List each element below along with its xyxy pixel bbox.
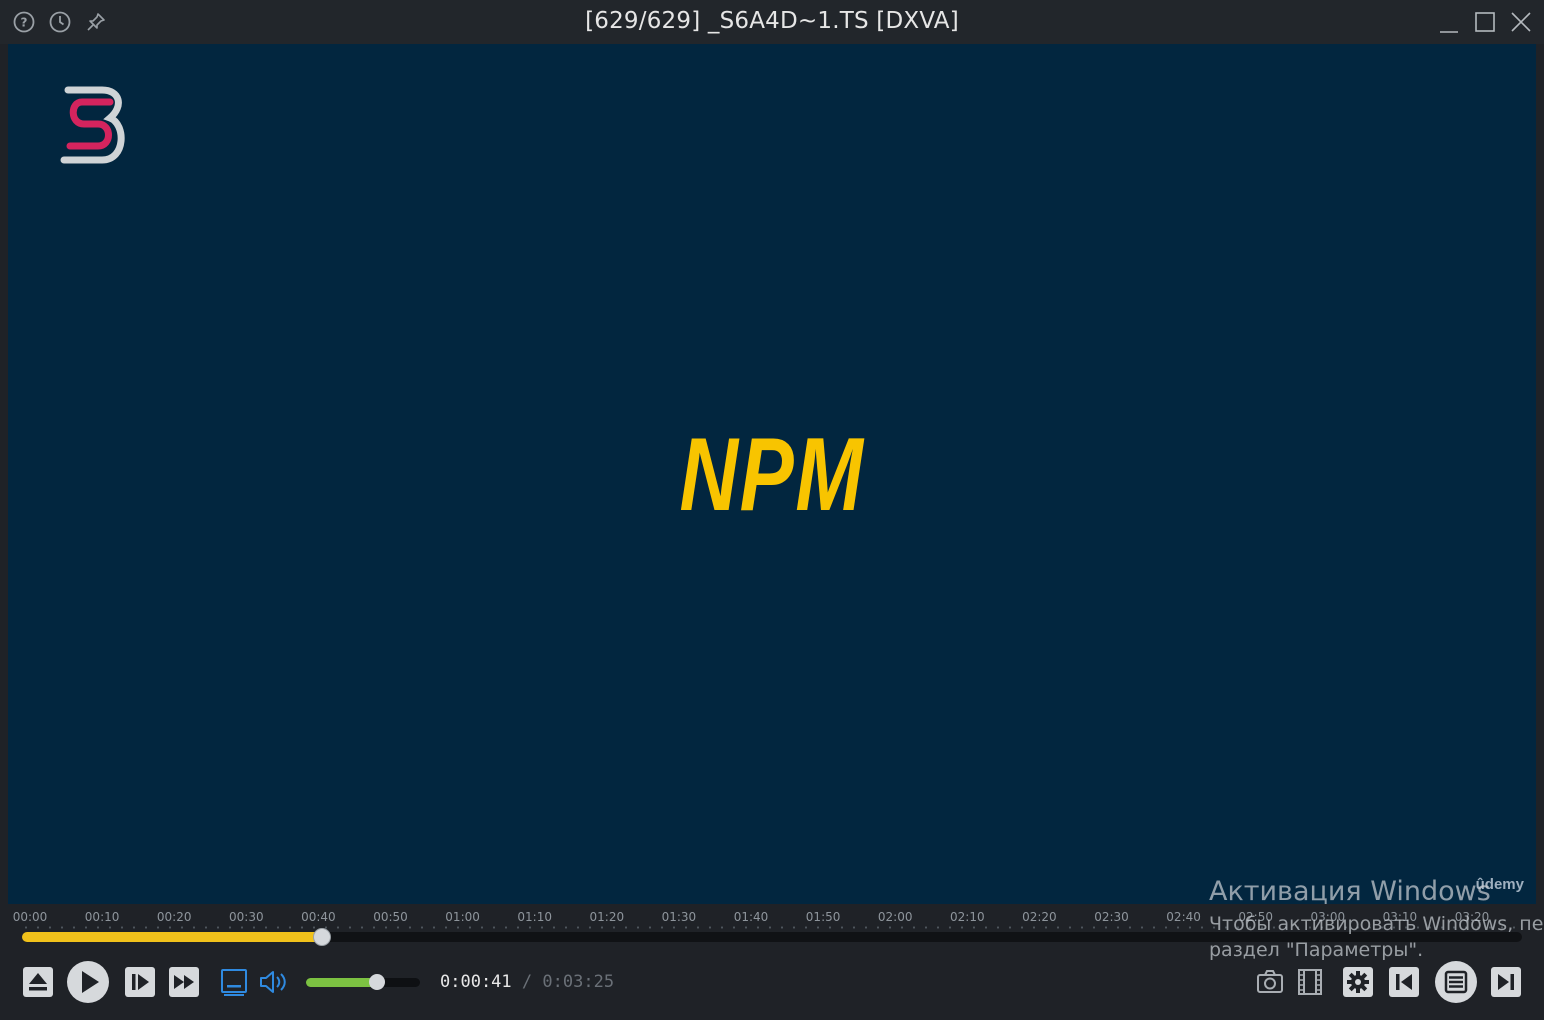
mute-button[interactable]: [256, 966, 290, 998]
timeline-tick-label: 02:40: [1166, 910, 1201, 924]
slide-title: NPM: [679, 417, 865, 533]
activation-line-2: раздел "Параметры".: [1209, 939, 1424, 961]
activation-line-1: Чтобы активировать Windows, пе: [1209, 913, 1544, 935]
playlist-button[interactable]: [1434, 960, 1478, 1004]
timeline-tick-label: 02:10: [950, 910, 985, 924]
time-separator: /: [521, 972, 533, 992]
timeline-tick-label: 01:40: [733, 910, 769, 924]
control-bar: 0:00:41 / 0:03:25: [0, 956, 1544, 1020]
channel-logo: [54, 80, 130, 168]
play-button[interactable]: [66, 960, 110, 1004]
playlist-icon: [1435, 961, 1477, 1003]
total-time: 0:03:25: [542, 972, 615, 992]
frame-step-icon: [125, 967, 155, 997]
player-window: ? [629/629] _S6A4D~1.TS [DXVA] NPM ûdemy…: [0, 0, 1544, 1020]
gear-icon: [1343, 967, 1373, 997]
speaker-icon: [260, 971, 286, 993]
previous-button[interactable]: [1388, 966, 1420, 998]
timeline-tick-label: 02:20: [1022, 910, 1057, 924]
current-time: 0:00:41: [440, 972, 512, 992]
activation-title: Активация Windows: [1209, 876, 1491, 907]
volume-handle[interactable]: [368, 974, 385, 990]
screenshot-button[interactable]: [1254, 966, 1286, 998]
timeline-tick-label: 00:10: [84, 910, 120, 924]
maximize-icon[interactable]: [1472, 8, 1498, 36]
volume-slider[interactable]: [306, 974, 420, 990]
timeline-tick-label: 01:50: [805, 910, 841, 924]
eject-icon: [23, 967, 53, 997]
timeline-tick-label: 01:20: [589, 910, 625, 924]
film-icon: [1298, 969, 1322, 995]
timeline-tick-label: 01:10: [517, 910, 552, 924]
volume-level: [306, 978, 377, 987]
title-bar: ? [629/629] _S6A4D~1.TS [DXVA]: [0, 0, 1544, 44]
window-title: [629/629] _S6A4D~1.TS [DXVA]: [585, 8, 959, 34]
timeline-tick-label: 00:20: [156, 910, 192, 924]
fast-forward-button[interactable]: [168, 966, 200, 998]
play-icon: [67, 961, 109, 1003]
timeline-tick-label: 01:30: [661, 910, 697, 924]
settings-button[interactable]: [1342, 966, 1374, 998]
timeline-tick-label: 02:30: [1094, 910, 1129, 924]
camera-icon: [1257, 970, 1283, 993]
windows-activation-watermark: Активация Windows Чтобы активировать Win…: [1209, 876, 1543, 961]
timeline-tick-label: 00:30: [229, 910, 264, 924]
eject-button[interactable]: [22, 966, 54, 998]
timeline-tick-label: 00:50: [373, 910, 408, 924]
timeline-tick-label: 02:00: [877, 910, 913, 924]
previous-icon: [1389, 967, 1419, 997]
minimize-icon[interactable]: [1436, 8, 1462, 36]
next-icon: [1491, 967, 1521, 997]
time-display: 0:00:41 / 0:03:25: [440, 972, 614, 992]
fast-forward-icon: [169, 967, 199, 997]
seek-progress: [22, 932, 322, 942]
timeline-tick-label: 00:40: [301, 910, 336, 924]
video-settings-button[interactable]: [1294, 966, 1326, 998]
window-controls: [1436, 8, 1534, 36]
close-icon[interactable]: [1508, 8, 1534, 36]
timeline-tick-label: 01:00: [445, 910, 480, 924]
video-area[interactable]: NPM ûdemy: [8, 44, 1536, 904]
frame-step-button[interactable]: [124, 966, 156, 998]
subtitle-button[interactable]: [218, 966, 250, 998]
subtitle-icon: [221, 969, 247, 996]
timeline-tick-label: 00:00: [12, 910, 48, 924]
seek-handle[interactable]: [313, 928, 331, 946]
next-button[interactable]: [1490, 966, 1522, 998]
